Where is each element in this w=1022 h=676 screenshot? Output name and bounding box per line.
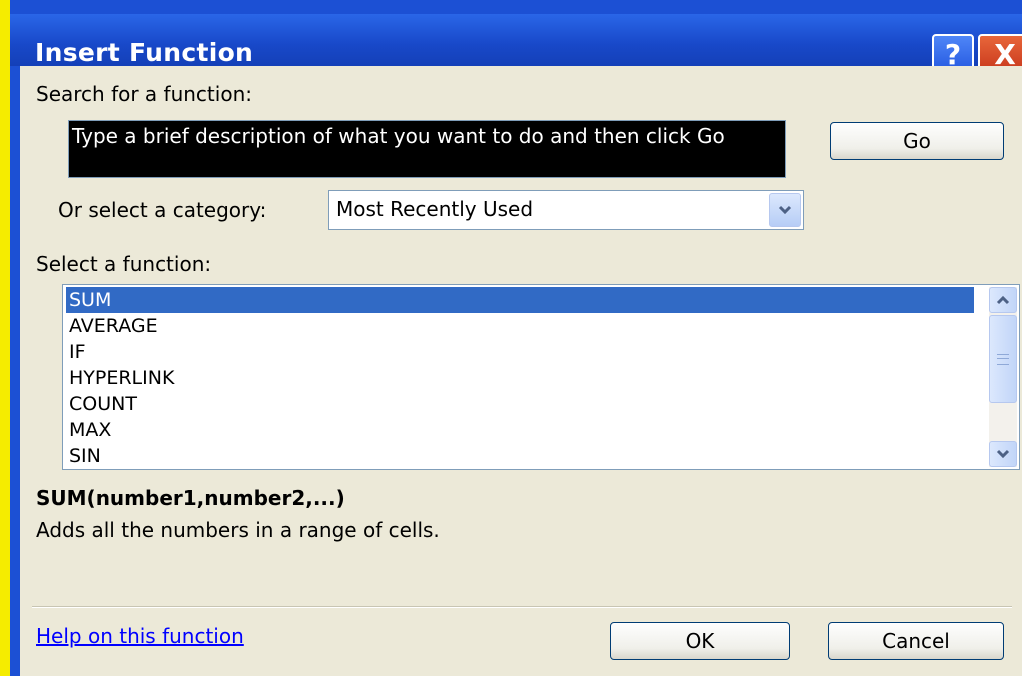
- chevron-down-icon: [778, 205, 792, 215]
- cancel-button-label: Cancel: [882, 629, 950, 653]
- dialog-body: Search for a function: Type a brief desc…: [20, 66, 1022, 676]
- function-list[interactable]: SUM AVERAGE IF HYPERLINK COUNT MAX SIN: [62, 284, 1020, 470]
- function-item-if[interactable]: IF: [66, 339, 974, 365]
- go-button[interactable]: Go: [830, 122, 1004, 160]
- category-select-value: Most Recently Used: [336, 197, 534, 221]
- scroll-down-button[interactable]: [989, 441, 1017, 467]
- function-item-max[interactable]: MAX: [66, 417, 974, 443]
- function-item-sum[interactable]: SUM: [66, 287, 974, 313]
- function-signature: SUM(number1,number2,...): [36, 486, 345, 510]
- function-item-sin[interactable]: SIN: [66, 443, 974, 469]
- go-button-label: Go: [903, 129, 931, 153]
- function-list-label: Select a function:: [36, 252, 212, 276]
- cancel-button[interactable]: Cancel: [828, 622, 1004, 660]
- function-list-scrollbar[interactable]: [989, 287, 1017, 467]
- function-item-hyperlink[interactable]: HYPERLINK: [66, 365, 974, 391]
- scroll-up-icon: [996, 295, 1010, 305]
- help-on-function-link[interactable]: Help on this function: [36, 624, 244, 648]
- footer-divider: [32, 606, 1012, 608]
- scroll-thumb[interactable]: [989, 315, 1017, 403]
- scroll-down-icon: [996, 449, 1010, 459]
- category-label: Or select a category:: [58, 198, 267, 222]
- function-description: Adds all the numbers in a range of cells…: [36, 518, 440, 542]
- search-label: Search for a function:: [36, 82, 252, 106]
- window-title: Insert Function: [35, 38, 254, 67]
- ok-button-label: OK: [685, 629, 715, 653]
- category-select[interactable]: Most Recently Used: [328, 190, 804, 230]
- function-item-average[interactable]: AVERAGE: [66, 313, 974, 339]
- search-input[interactable]: Type a brief description of what you wan…: [68, 120, 786, 178]
- scroll-up-button[interactable]: [989, 287, 1017, 313]
- category-dropdown-button[interactable]: [769, 193, 801, 227]
- function-item-count[interactable]: COUNT: [66, 391, 974, 417]
- scroll-grip-icon: [997, 353, 1009, 365]
- title-bar: Insert Function ? X: [10, 14, 1022, 74]
- ok-button[interactable]: OK: [610, 622, 790, 660]
